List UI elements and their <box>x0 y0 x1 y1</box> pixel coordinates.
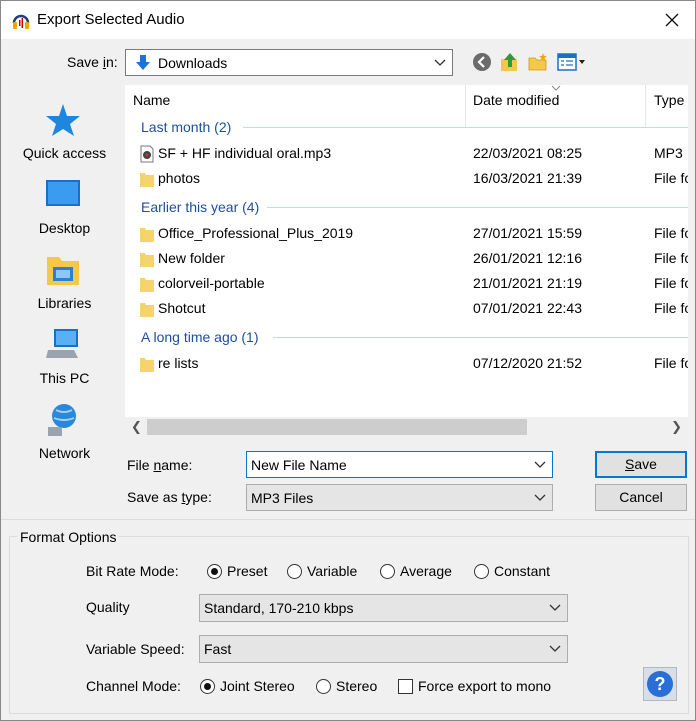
view-menu-icon[interactable] <box>557 51 587 73</box>
radio-preset[interactable] <box>207 564 222 579</box>
back-icon[interactable] <box>471 51 493 73</box>
quality-dropdown[interactable]: Standard, 170-210 kbps <box>199 594 568 622</box>
group-header[interactable]: Last month (2) <box>141 119 231 135</box>
variable-speed-label: Variable Speed: <box>86 641 185 657</box>
file-name-input[interactable]: New File Name <box>246 451 553 478</box>
scroll-left-icon[interactable]: ❮ <box>131 419 142 435</box>
chevron-down-icon <box>549 604 561 611</box>
place-this-pc[interactable]: This PC <box>8 320 121 392</box>
place-desktop[interactable]: Desktop <box>8 170 121 242</box>
scrollbar-thumb[interactable] <box>147 419 527 435</box>
list-item[interactable]: New folder 26/01/2021 12:16 File fo <box>125 246 688 271</box>
radio-average[interactable] <box>380 564 395 579</box>
audacity-logo-icon <box>12 14 30 29</box>
column-header-name[interactable]: Name <box>133 85 170 115</box>
chevron-down-icon[interactable] <box>534 461 546 469</box>
star-icon <box>46 104 80 136</box>
folder-icon <box>140 228 154 242</box>
close-icon <box>665 13 679 27</box>
list-item[interactable]: re lists 07/12/2020 21:52 File fo <box>125 351 688 376</box>
place-libraries[interactable]: Libraries <box>8 245 121 317</box>
radio-joint-stereo[interactable] <box>200 679 215 694</box>
help-button[interactable]: ? <box>643 667 677 701</box>
new-folder-icon[interactable] <box>527 51 549 73</box>
folder-icon <box>140 253 154 267</box>
scroll-right-icon[interactable]: ❯ <box>671 419 682 435</box>
place-quick-access[interactable]: Quick access <box>8 95 121 167</box>
group-divider <box>273 337 688 338</box>
downloads-icon <box>136 55 150 70</box>
desktop-icon <box>46 180 80 206</box>
network-icon <box>48 404 76 436</box>
folder-icon <box>140 358 154 372</box>
svg-text:?: ? <box>655 674 666 694</box>
list-item[interactable]: photos 16/03/2021 21:39 File fo <box>125 166 688 191</box>
libraries-icon <box>47 257 79 285</box>
column-separator <box>465 85 466 127</box>
list-item[interactable]: SF + HF individual oral.mp3 22/03/2021 0… <box>125 141 688 166</box>
file-name-label: File name: <box>127 457 193 473</box>
up-folder-icon[interactable] <box>499 51 521 73</box>
section-divider <box>1 519 695 520</box>
group-header[interactable]: Earlier this year (4) <box>141 199 259 215</box>
list-item[interactable]: Shotcut 07/01/2021 22:43 File fo <box>125 296 688 321</box>
save-in-dropdown[interactable]: Downloads <box>125 49 453 76</box>
folder-icon <box>140 173 154 187</box>
save-as-type-dropdown[interactable]: MP3 Files <box>246 484 553 511</box>
list-item[interactable]: colorveil-portable 21/01/2021 21:19 File… <box>125 271 688 296</box>
folder-icon <box>140 303 154 317</box>
folder-icon <box>140 278 154 292</box>
radio-variable[interactable] <box>287 564 302 579</box>
group-divider <box>267 207 688 208</box>
window-title: Export Selected Audio <box>37 11 185 28</box>
help-icon: ? <box>647 671 673 697</box>
group-header[interactable]: A long time ago (1) <box>141 329 259 345</box>
variable-speed-dropdown[interactable]: Fast <box>199 635 568 663</box>
channel-mode-label: Channel Mode: <box>86 678 181 694</box>
sort-arrow-icon <box>551 85 561 91</box>
save-button[interactable]: Save <box>595 451 687 478</box>
format-options-title: Format Options <box>17 529 120 545</box>
list-item[interactable]: Office_Professional_Plus_2019 27/01/2021… <box>125 221 688 246</box>
column-header-type[interactable]: Type <box>654 85 684 115</box>
radio-constant[interactable] <box>474 564 489 579</box>
places-bar: Quick access Desktop Libraries This PC N… <box>8 85 121 510</box>
save-as-type-label: Save as type: <box>127 489 212 505</box>
audio-file-icon <box>140 145 154 163</box>
quality-label: Quality <box>86 599 130 615</box>
export-dialog: Export Selected Audio Save in: Downloads <box>0 0 696 721</box>
file-list[interactable]: Name Date modified Type Last month (2) S… <box>125 85 688 437</box>
save-in-label: Save in: <box>67 54 118 70</box>
force-mono-label[interactable]: Force export to mono <box>418 678 551 694</box>
force-mono-checkbox[interactable] <box>398 679 413 694</box>
place-network[interactable]: Network <box>8 395 121 467</box>
column-separator <box>645 85 646 127</box>
save-in-value: Downloads <box>158 54 228 71</box>
chevron-down-icon <box>534 494 546 501</box>
close-button[interactable] <box>649 1 695 39</box>
column-header-date[interactable]: Date modified <box>473 85 559 115</box>
horizontal-scrollbar[interactable]: ❮ ❯ <box>125 417 688 437</box>
computer-icon <box>46 329 78 358</box>
group-divider <box>243 127 688 128</box>
bit-rate-mode-label: Bit Rate Mode: <box>86 563 179 579</box>
chevron-down-icon <box>549 645 561 652</box>
title-bar: Export Selected Audio <box>1 1 695 39</box>
chevron-down-icon <box>434 59 446 66</box>
radio-stereo[interactable] <box>316 679 331 694</box>
cancel-button[interactable]: Cancel <box>595 484 687 511</box>
